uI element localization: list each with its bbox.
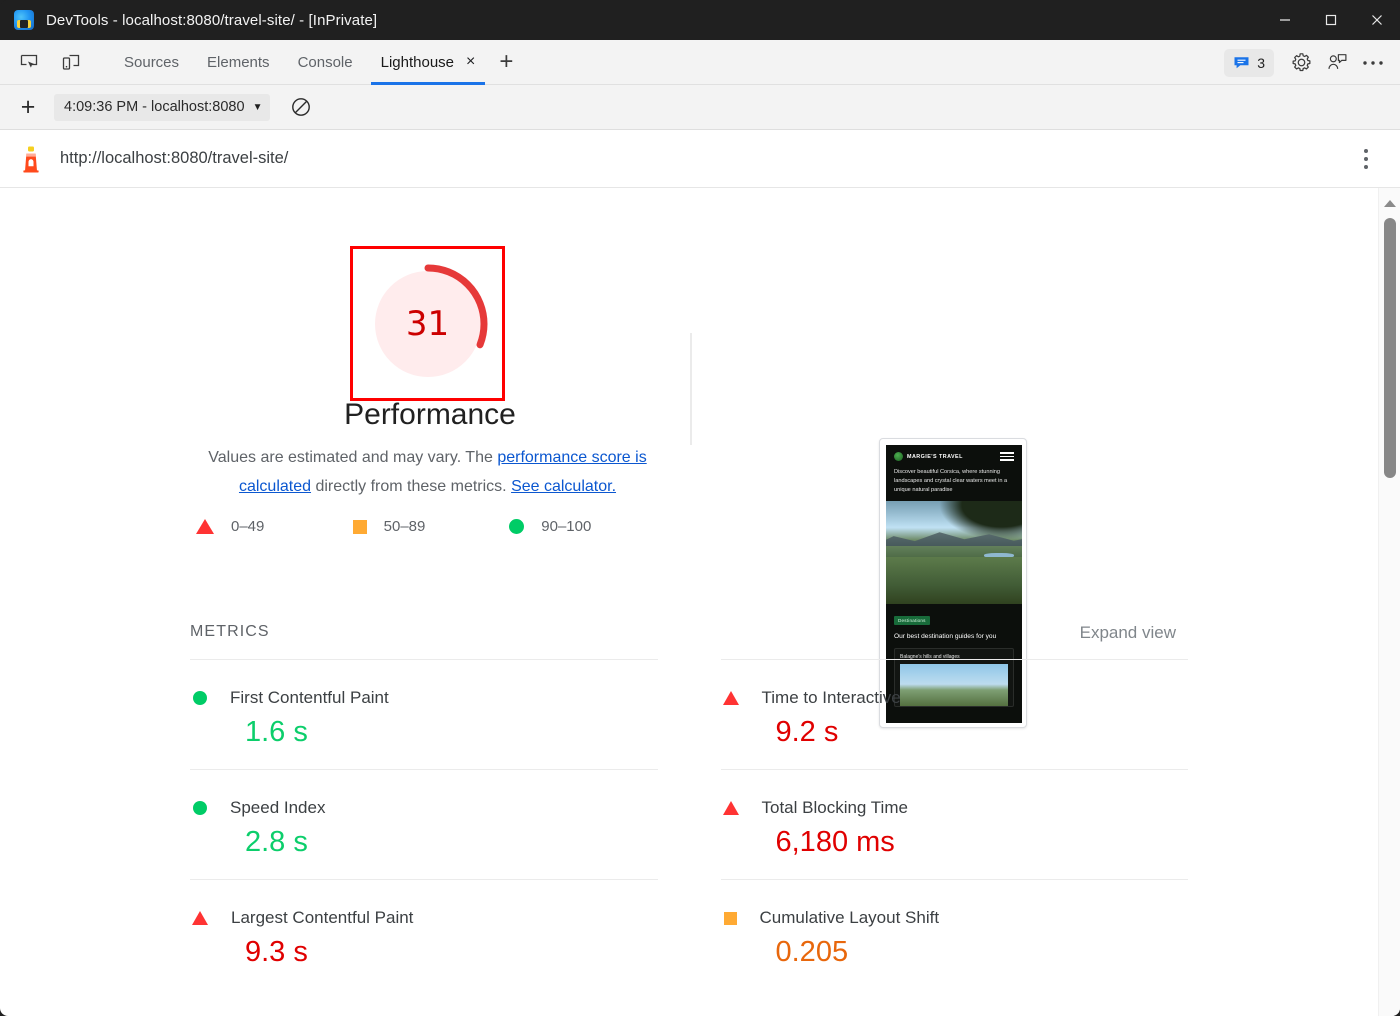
device-toolbar-icon[interactable] (54, 47, 88, 77)
new-tab-button[interactable]: + (489, 45, 523, 79)
square-average-icon (723, 911, 737, 925)
vertical-divider (690, 333, 692, 445)
tab-label: Console (297, 53, 353, 71)
legend-label: 0–49 (231, 518, 265, 535)
desc-part-2: directly from these metrics. (311, 478, 512, 495)
close-icon[interactable]: × (466, 54, 475, 70)
metric-value: 9.3 s (245, 936, 308, 968)
tab-label: Sources (124, 53, 180, 71)
metric-largest-contentful-paint[interactable]: Largest Contentful Paint 9.3 s (190, 879, 658, 989)
devtools-window: DevTools - localhost:8080/travel-site/ -… (0, 0, 1400, 1016)
lighthouse-report: 31 Performance Values are estimated and … (0, 188, 1400, 1016)
tab-elements[interactable]: Elements (193, 40, 284, 85)
metric-total-blocking-time[interactable]: Total Blocking Time 6,180 ms (720, 769, 1188, 879)
triangle-fail-icon (722, 801, 739, 815)
maximize-icon[interactable] (1308, 0, 1354, 40)
metric-label: Total Blocking Time (761, 798, 908, 817)
more-vertical-icon[interactable] (1354, 144, 1378, 174)
screenshot-header: MARGIE'S TRAVEL (886, 445, 1022, 464)
foreground-vegetation (886, 556, 1022, 604)
lighthouse-run-toolbar: + 4:09:36 PM - localhost:8080 ▼ (0, 85, 1400, 130)
close-icon[interactable] (1354, 0, 1400, 40)
circle-pass-icon (193, 801, 207, 815)
legend-item-average: 50–89 (352, 518, 510, 535)
tab-sources[interactable]: Sources (110, 40, 193, 85)
square-average-icon (352, 519, 367, 534)
new-report-button[interactable]: + (10, 92, 46, 122)
report-url-bar: http://localhost:8080/travel-site/ (0, 130, 1400, 188)
title-bar: DevTools - localhost:8080/travel-site/ -… (0, 0, 1400, 40)
desc-part-1: Values are estimated and may vary. The (208, 449, 498, 466)
metric-time-to-interactive[interactable]: Time to Interactive 9.2 s (720, 659, 1188, 769)
screenshot-hero-photo (886, 501, 1022, 604)
score-description: Values are estimated and may vary. The p… (190, 443, 665, 501)
performance-gauge[interactable]: 31 (366, 262, 490, 386)
scrollbar-thumb[interactable] (1384, 218, 1396, 478)
metric-label: Cumulative Layout Shift (759, 908, 940, 927)
circle-pass-icon (193, 691, 207, 705)
tab-label: Elements (207, 53, 270, 71)
message-count: 3 (1257, 54, 1265, 71)
no-entry-clear-icon[interactable] (284, 90, 318, 124)
tab-label: Lighthouse (380, 53, 455, 71)
tab-lighthouse[interactable]: Lighthouse × (367, 40, 490, 85)
circle-pass-icon (509, 519, 525, 534)
scroll-up-arrow-icon[interactable] (1379, 192, 1400, 214)
screenshot-hero-text: Discover beautiful Corsica, where stunni… (894, 469, 1008, 493)
metric-value: 1.6 s (245, 716, 308, 748)
metric-label: Speed Index (230, 798, 326, 817)
metric-value: 9.2 s (775, 716, 839, 748)
legend-item-pass: 90–100 (509, 518, 666, 535)
legend-label: 90–100 (541, 518, 592, 535)
person-feedback-icon[interactable] (1320, 48, 1354, 78)
metric-value: 6,180 ms (775, 826, 895, 858)
screenshot-brand: MARGIE'S TRAVEL (907, 453, 963, 460)
metrics-section-label: METRICS (190, 623, 270, 640)
active-tab-underline (370, 81, 486, 85)
metric-first-contentful-paint[interactable]: First Contentful Paint 1.6 s (190, 659, 658, 769)
metric-label: Largest Contentful Paint (231, 908, 414, 927)
metrics-header: METRICS Expand view (190, 613, 1188, 659)
score-legend: 0–49 50–89 90–100 (196, 518, 666, 535)
lighthouse-icon (18, 144, 44, 174)
panel-tabs: Sources Elements Console Lighthouse × + (110, 40, 523, 85)
report-run-label: 4:09:36 PM - localhost:8080 (64, 99, 245, 115)
edge-devtools-icon (14, 10, 34, 30)
triangle-fail-icon (722, 691, 739, 705)
see-calculator-link[interactable]: See calculator. (511, 478, 616, 495)
tab-console[interactable]: Console (284, 40, 367, 85)
report-run-selector[interactable]: 4:09:36 PM - localhost:8080 ▼ (54, 93, 271, 121)
expand-view-button[interactable]: Expand view (1080, 623, 1176, 643)
minimize-icon[interactable] (1262, 0, 1308, 40)
messages-badge[interactable]: 3 (1224, 48, 1274, 77)
score-gauge-highlight: 31 (350, 246, 505, 401)
triangle-fail-icon (196, 519, 214, 534)
metric-value: 0.205 (775, 936, 849, 968)
score-value: 31 (405, 303, 450, 344)
legend-item-fail: 0–49 (196, 518, 353, 535)
metrics-grid: First Contentful Paint 1.6 s Time to Int… (190, 659, 1188, 989)
tab-strip-actions: 3 (1224, 40, 1390, 85)
gear-icon[interactable] (1284, 48, 1318, 78)
report-url: http://localhost:8080/travel-site/ (60, 149, 289, 167)
chevron-down-icon: ▼ (252, 101, 263, 113)
chat-bubble-icon (1234, 57, 1249, 69)
page-title: Performance (344, 398, 516, 431)
metric-speed-index[interactable]: Speed Index 2.8 s (190, 769, 658, 879)
metric-label: Time to Interactive (761, 688, 901, 707)
window-controls (1262, 0, 1400, 40)
legend-label: 50–89 (383, 518, 426, 535)
globe-icon (894, 452, 903, 461)
metrics-section: METRICS Expand view First Contentful Pai… (0, 613, 1378, 989)
inspect-element-icon[interactable] (12, 47, 46, 77)
metric-value: 2.8 s (245, 826, 308, 858)
more-horizontal-icon[interactable] (1356, 48, 1390, 78)
metric-cumulative-layout-shift[interactable]: Cumulative Layout Shift 0.205 (720, 879, 1188, 989)
metric-label: First Contentful Paint (230, 688, 389, 707)
window-title: DevTools - localhost:8080/travel-site/ -… (46, 11, 378, 29)
report-scrollbar[interactable] (1378, 188, 1400, 1016)
hamburger-menu-icon (1000, 452, 1014, 461)
devtools-tab-strip: Sources Elements Console Lighthouse × + … (0, 40, 1400, 85)
triangle-fail-icon (192, 911, 208, 925)
